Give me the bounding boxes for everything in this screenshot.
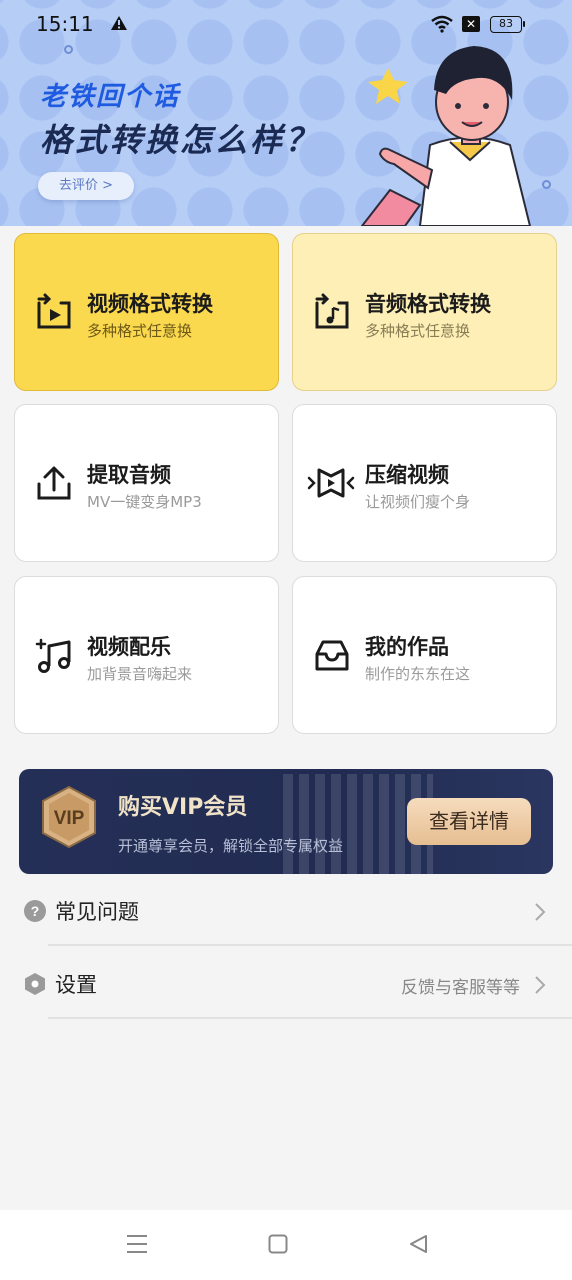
my-works-card[interactable]: 我的作品 制作的东东在这 xyxy=(292,576,557,734)
inbox-icon xyxy=(315,640,349,671)
banner-headline: 老铁回个话 xyxy=(40,82,181,112)
vip-banner[interactable]: VIP 购买VIP会员 开通尊享会员，解锁全部专属权益 查看详情 xyxy=(19,769,553,874)
card-title: 音频格式转换 xyxy=(365,292,491,316)
view-details-button[interactable]: 查看详情 xyxy=(407,798,531,845)
chevron-right-icon xyxy=(535,903,546,921)
alert-icon xyxy=(111,16,127,30)
faq-label: 常见问题 xyxy=(55,900,139,924)
settings-row[interactable]: 设置 反馈与客服等等 xyxy=(0,947,572,1019)
card-title: 提取音频 xyxy=(87,463,171,487)
vip-title: 购买VIP会员 xyxy=(118,795,248,820)
promo-banner[interactable]: 15:11 ✕ 83 老铁回个话 格式转换怎么样？ 去评价 > xyxy=(0,0,572,226)
card-title: 视频配乐 xyxy=(87,635,171,659)
music-add-icon xyxy=(35,638,71,673)
settings-label: 设置 xyxy=(55,973,97,997)
divider xyxy=(48,944,572,946)
home-nav-icon[interactable] xyxy=(268,1234,288,1254)
vip-badge-icon: VIP xyxy=(42,785,96,849)
back-nav-icon[interactable] xyxy=(408,1234,428,1254)
card-subtitle: 多种格式任意换 xyxy=(365,322,471,340)
pointing-boy-illustration xyxy=(360,46,532,226)
decor-ring xyxy=(542,180,551,189)
audio-convert-icon xyxy=(315,293,349,329)
settings-hint: 反馈与客服等等 xyxy=(401,978,520,998)
video-convert-icon xyxy=(37,293,71,329)
card-subtitle: 制作的东东在这 xyxy=(365,665,471,683)
banner-title: 格式转换怎么样？ xyxy=(40,121,321,159)
card-subtitle: 多种格式任意换 xyxy=(87,322,193,340)
card-title: 视频格式转换 xyxy=(87,292,213,316)
status-time: 15:11 xyxy=(36,12,94,36)
divider xyxy=(48,1017,572,1019)
chevron-right-icon xyxy=(535,976,546,994)
card-subtitle: 让视频们瘦个身 xyxy=(365,493,471,511)
upload-icon xyxy=(37,466,71,500)
help-icon: ? xyxy=(24,900,46,922)
svg-text:?: ? xyxy=(31,903,40,919)
card-title: 压缩视频 xyxy=(365,463,449,487)
vip-badge-text: VIP xyxy=(54,808,85,829)
add-music-card[interactable]: 视频配乐 加背景音嗨起来 xyxy=(14,576,279,734)
faq-row[interactable]: ? 常见问题 xyxy=(0,874,572,946)
rate-button[interactable]: 去评价 > xyxy=(38,172,134,200)
compress-icon xyxy=(307,468,355,498)
extract-audio-card[interactable]: 提取音频 MV一键变身MP3 xyxy=(14,404,279,562)
vip-subtitle: 开通尊享会员，解锁全部专属权益 xyxy=(118,837,344,855)
system-nav-bar xyxy=(0,1210,572,1280)
card-title: 我的作品 xyxy=(365,635,449,659)
audio-convert-card[interactable]: 音频格式转换 多种格式任意换 xyxy=(292,233,557,391)
card-subtitle: MV一键变身MP3 xyxy=(87,493,202,511)
video-convert-card[interactable]: 视频格式转换 多种格式任意换 xyxy=(14,233,279,391)
menu-nav-icon[interactable] xyxy=(126,1234,148,1254)
settings-hex-icon xyxy=(25,973,45,995)
battery-level: 83 xyxy=(499,17,513,30)
compress-video-card[interactable]: 压缩视频 让视频们瘦个身 xyxy=(292,404,557,562)
card-subtitle: 加背景音嗨起来 xyxy=(87,665,193,683)
